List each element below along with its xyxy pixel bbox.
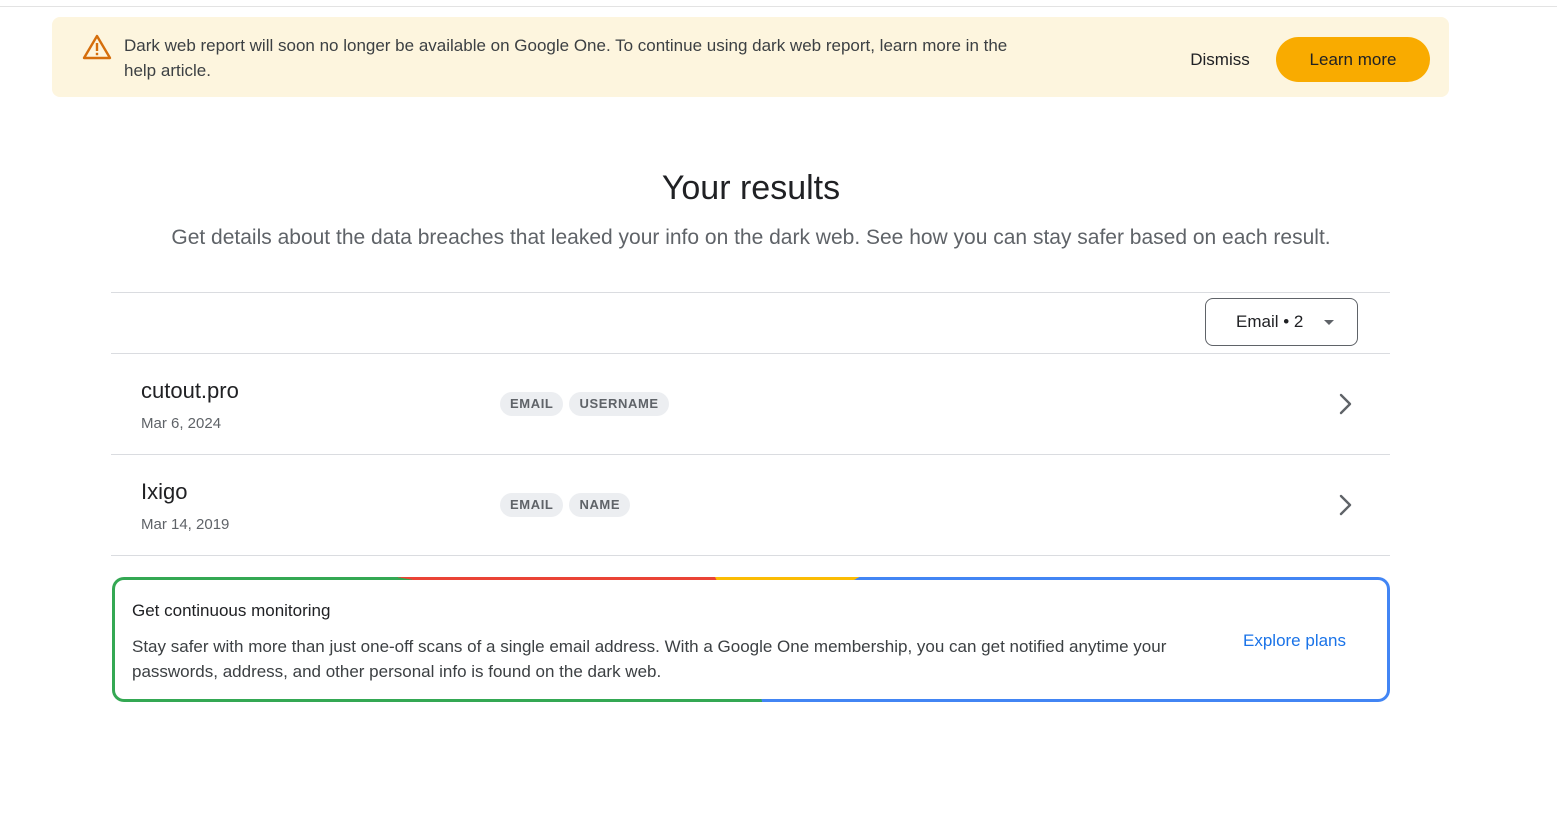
deprecation-banner: Dark web report will soon no longer be a… [52,17,1449,97]
tag-chip: EMAIL [500,493,564,517]
top-divider [0,6,1557,7]
monitoring-title: Get continuous monitoring [132,601,331,620]
page-subtitle: Get details about the data breaches that… [171,226,1331,249]
result-row[interactable]: Ixigo Mar 14, 2019 EMAIL NAME [111,455,1390,555]
tag-chip: NAME [569,493,631,517]
divider [111,555,1390,556]
banner-message: Dark web report will soon no longer be a… [124,36,1008,80]
warning-icon [82,34,112,60]
dismiss-button[interactable]: Dismiss [1174,45,1266,75]
result-row[interactable]: cutout.pro Mar 6, 2024 EMAIL USERNAME [111,354,1390,454]
tag-chip: EMAIL [500,392,564,416]
monitoring-description: Stay safer with more than just one-off s… [132,637,1167,681]
filter-label: Email • 2 [1236,312,1304,331]
dropdown-arrow-icon [1324,320,1334,325]
chevron-right-icon [1339,494,1352,516]
email-filter-dropdown[interactable]: Email • 2 [1205,298,1358,346]
breach-site-name: Ixigo [141,479,188,504]
learn-more-button[interactable]: Learn more [1276,37,1430,82]
leaked-data-tags: EMAIL NAME [500,493,631,517]
tag-chip: USERNAME [569,392,669,416]
breach-date: Mar 14, 2019 [141,516,230,533]
chevron-right-icon [1339,393,1352,415]
page-title: Your results [661,169,841,207]
divider [111,292,1390,293]
breach-site-name: cutout.pro [141,378,239,403]
explore-plans-link[interactable]: Explore plans [1243,629,1346,653]
leaked-data-tags: EMAIL USERNAME [500,392,669,416]
monitoring-promo-card: Get continuous monitoring Stay safer wit… [112,577,1390,702]
breach-date: Mar 6, 2024 [141,415,222,432]
